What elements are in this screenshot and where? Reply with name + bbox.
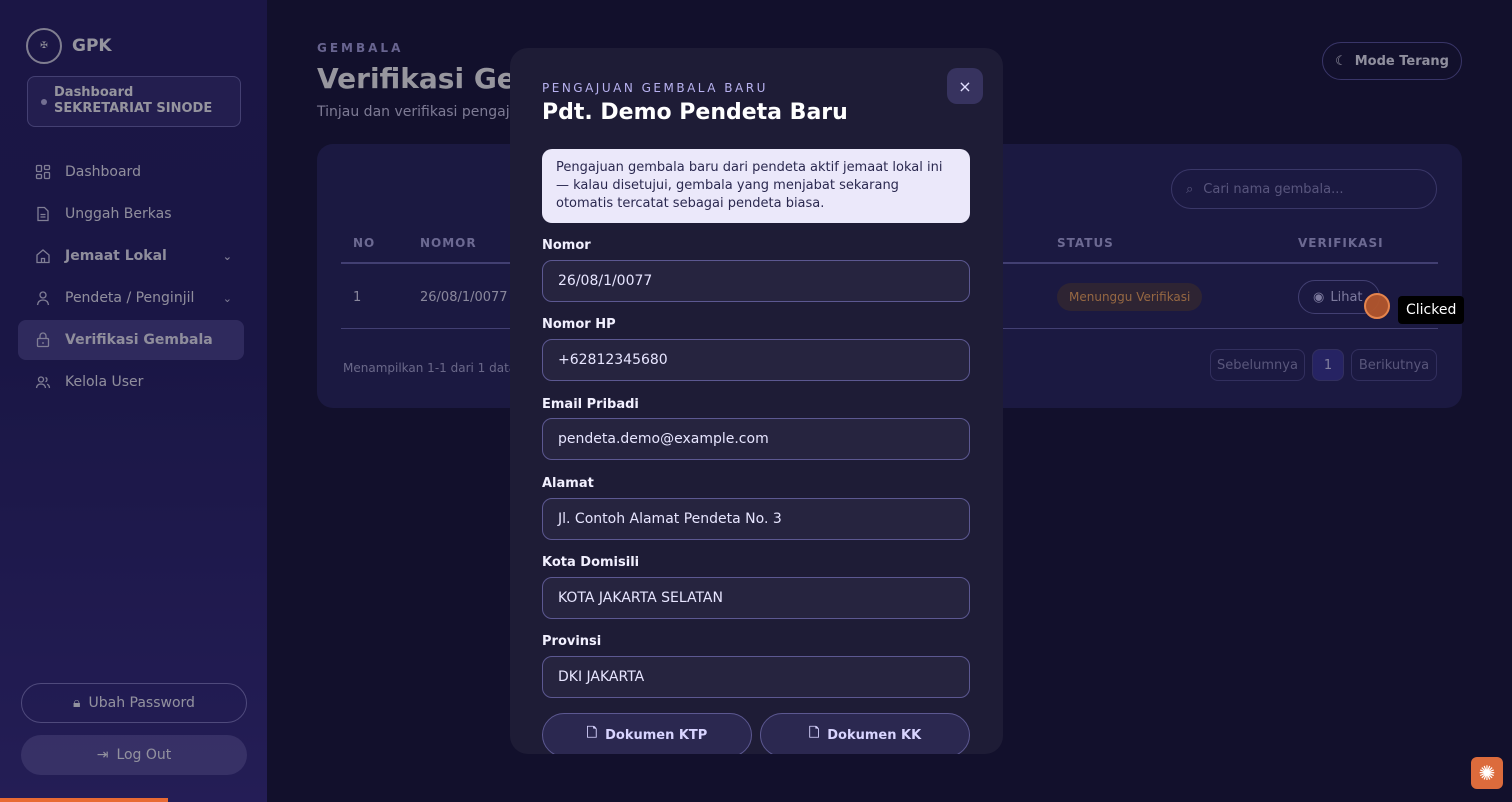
sidebar-item-pendeta[interactable]: Pendeta / Penginjil ⌄ [18,278,244,318]
table-footer-info: Menampilkan 1-1 dari 1 data [343,361,517,375]
sidebar-item-verifikasi-gembala[interactable]: Verifikasi Gembala [18,320,244,360]
cell-no: 1 [353,290,362,305]
sidebar-item-label: Dashboard [65,164,141,180]
close-icon[interactable]: × [947,68,983,104]
role-card: Dashboard SEKRETARIAT SINODE [27,76,241,127]
sidebar: ✠ GPK Dashboard SEKRETARIAT SINODE Dashb… [0,0,267,802]
field-label-provinsi: Provinsi [542,634,602,649]
field-label-kota: Kota Domisili [542,555,640,570]
theme-toggle-button[interactable]: ☾ Mode Terang [1322,42,1462,80]
alamat-field[interactable]: Jl. Contoh Alamat Pendeta No. 3 [542,498,970,540]
verification-modal: PENGAJUAN GEMBALA BARU Pdt. Demo Pendeta… [510,48,1003,754]
logout-button[interactable]: ⇥ Log Out [21,735,247,775]
field-label-alamat: Alamat [542,476,594,491]
sidebar-item-label: Jemaat Lokal [65,248,167,264]
field-label-nomor-hp: Nomor HP [542,317,616,332]
progress-bar [0,798,168,802]
dokumen-ktp-button[interactable]: 🗋 Dokumen KTP [542,713,752,754]
chevron-down-icon: ⌄ [222,291,232,305]
search-icon: ⌕ [1186,181,1194,197]
modal-notice: Pengajuan gembala baru dari pendeta akti… [542,149,970,223]
eye-icon: ◉ [1313,289,1325,305]
moon-icon: ☾ [1335,53,1347,69]
document-icon: 🗋 [586,726,598,741]
sidebar-item-unggah-berkas[interactable]: Unggah Berkas [18,194,244,234]
sidebar-item-label: Verifikasi Gembala [65,332,213,348]
logout-icon: ⇥ [96,747,109,763]
sidebar-item-kelola-user[interactable]: Kelola User [18,362,244,402]
church-icon [35,248,51,264]
pagination-page-button[interactable]: 1 [1312,349,1344,381]
chevron-down-icon: ⌄ [222,249,232,263]
sidebar-item-dashboard[interactable]: Dashboard [18,152,244,192]
click-indicator [1364,293,1390,319]
app-logo[interactable]: ✠ GPK [26,28,112,64]
page-subtitle: Tinjau dan verifikasi pengajuar [317,104,533,120]
cell-nomor: 26/08/1/0077 [420,290,508,305]
nomor-field[interactable]: 26/08/1/0077 [542,260,970,302]
modal-title: Pdt. Demo Pendeta Baru [542,100,848,125]
sidebar-item-jemaat-lokal[interactable]: Jemaat Lokal ⌄ [18,236,244,276]
field-label-email: Email Pribadi [542,397,639,412]
kota-field[interactable]: KOTA JAKARTA SELATAN [542,577,970,619]
column-header-nomor[interactable]: NOMOR [420,236,477,250]
seal-icon: ✠ [26,28,62,64]
person-icon [35,290,51,306]
dokumen-kk-button[interactable]: 🗋 Dokumen KK [760,713,970,754]
change-password-button[interactable]: 🔒︎ Ubah Password [21,683,247,723]
role-line1: Dashboard [54,85,134,100]
search-input[interactable]: ⌕ Cari nama gembala... [1171,169,1437,209]
grid-icon [35,164,51,180]
lock-icon: 🔒︎ [73,695,81,711]
modal-eyebrow: PENGAJUAN GEMBALA BARU [542,81,768,95]
status-badge: Menunggu Verifikasi [1057,283,1203,311]
pagination-prev-button[interactable]: Sebelumnya [1210,349,1305,381]
sidebar-nav: Dashboard Unggah Berkas Jemaat Lokal ⌄ P… [18,152,244,404]
email-field[interactable]: pendeta.demo@example.com [542,418,970,460]
provinsi-field[interactable]: DKI JAKARTA [542,656,970,698]
page-eyebrow: GEMBALA [317,41,404,55]
sidebar-item-label: Kelola User [65,374,144,390]
view-button-label: Lihat [1330,289,1363,305]
file-icon [35,206,51,222]
logout-label: Log Out [116,747,172,763]
nomor-hp-field[interactable]: +62812345680 [542,339,970,381]
column-header-status[interactable]: STATUS [1057,236,1114,250]
column-header-no[interactable]: NO [353,236,375,250]
document-icon: 🗋 [808,726,820,741]
users-icon [35,374,51,390]
change-password-label: Ubah Password [88,695,195,711]
role-line2: SEKRETARIAT SINODE [54,101,213,116]
column-header-verifikasi[interactable]: VERIFIKASI [1298,236,1384,250]
dokumen-kk-label: Dokumen KK [827,727,922,743]
dokumen-ktp-label: Dokumen KTP [605,727,708,743]
search-placeholder: Cari nama gembala... [1203,181,1344,197]
sidebar-item-label: Pendeta / Penginjil [65,290,195,306]
sparkle-icon[interactable]: ✺ [1471,757,1503,789]
building-icon [35,332,51,348]
sidebar-item-label: Unggah Berkas [65,206,172,222]
brand-name: GPK [72,36,112,56]
status-dot-icon [41,99,47,105]
field-label-nomor: Nomor [542,238,591,253]
theme-toggle-label: Mode Terang [1354,53,1449,69]
pagination-next-button[interactable]: Berikutnya [1351,349,1437,381]
click-tooltip: Clicked [1398,296,1465,324]
